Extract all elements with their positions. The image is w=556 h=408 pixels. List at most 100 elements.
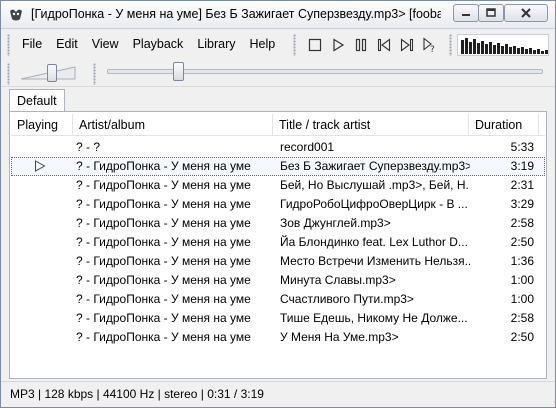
table-row[interactable]: ? - ГидроПонка - У меня на уме Йа Блондин… xyxy=(11,233,545,252)
playing-cell xyxy=(12,272,74,289)
stop-button[interactable] xyxy=(303,33,326,56)
duration-cell: 2:50 xyxy=(510,330,534,344)
seekbar-grip[interactable] xyxy=(93,63,96,85)
column-artist-album[interactable]: Artist/album xyxy=(73,114,273,136)
title-bar[interactable]: [ГидроПонка - У меня на уме] Без Б Зажиг… xyxy=(1,1,555,29)
visualizer-bar xyxy=(545,50,548,54)
table-row[interactable]: ? - ГидроПонка - У меня на уме ГидроРобоЦ… xyxy=(11,195,545,214)
visualizer-bar xyxy=(497,43,500,54)
playlist-tabs: Default xyxy=(1,87,555,112)
title-cell: Без Б Зажигает Суперзвезду.mp3> xyxy=(280,159,470,173)
table-row[interactable]: ? - ГидроПонка - У меня на уме Счастливог… xyxy=(11,290,545,309)
artist-album-cell: ? - ГидроПонка - У меня на уме xyxy=(76,197,251,211)
column-playing[interactable]: Playing xyxy=(11,114,73,136)
playback-toolbar: ? xyxy=(303,33,441,57)
seek-volume-row xyxy=(1,59,555,87)
now-playing-icon xyxy=(35,160,46,172)
visualizer-bar xyxy=(489,42,492,54)
menu-library[interactable]: Library xyxy=(190,30,242,59)
artist-album-cell: ? - ГидроПонка - У меня на уме xyxy=(76,178,251,192)
visualizer-bar xyxy=(501,46,504,54)
menubar-grip[interactable] xyxy=(7,34,10,56)
visualizer-bar xyxy=(493,45,496,54)
visualizer-bar xyxy=(485,44,488,54)
playlist-view[interactable]: Playing Artist/album Title / track artis… xyxy=(9,111,547,379)
menu-view[interactable]: View xyxy=(85,30,126,59)
column-duration[interactable]: Duration xyxy=(469,114,539,136)
artist-album-cell: ? - ? xyxy=(76,140,101,154)
pause-button[interactable] xyxy=(349,33,372,56)
title-cell: Зов Джунглей.mp3> xyxy=(280,216,391,230)
visualizer-bar xyxy=(525,49,528,54)
title-cell: Йа Блондинко feat. Lex Luthor D... xyxy=(280,235,468,249)
toolbar-grip[interactable] xyxy=(293,34,296,56)
title-cell: Место Встречи Изменить Нельзя... xyxy=(280,254,470,268)
table-row[interactable]: ? - ГидроПонка - У меня на уме У Меня На … xyxy=(11,328,545,347)
table-row[interactable]: ? - ГидроПонка - У меня на уме Без Б Зажи… xyxy=(11,157,545,176)
tab-default[interactable]: Default xyxy=(9,89,65,112)
title-cell: Счастливого Пути.mp3> xyxy=(280,292,414,306)
duration-cell: 1:00 xyxy=(510,292,534,306)
visualizer-bar xyxy=(477,43,480,54)
menu-help[interactable]: Help xyxy=(243,30,283,59)
table-row[interactable]: ? - ? record001 5:33 xyxy=(11,138,545,157)
title-cell: Тише Едешь, Никому Не Долже... xyxy=(280,311,468,325)
visualizer-bar xyxy=(481,41,484,54)
duration-cell: 2:50 xyxy=(510,235,534,249)
table-row[interactable]: ? - ГидроПонка - У меня на уме Бей, Но Вы… xyxy=(11,176,545,195)
random-button[interactable]: ? xyxy=(418,33,441,56)
column-title[interactable]: Title / track artist xyxy=(273,114,469,136)
menu-bar: File Edit View Playback Library Help xyxy=(15,30,282,59)
volume-slider[interactable] xyxy=(19,63,79,83)
status-bar: MP3 | 128 kbps | 44100 Hz | stereo | 0:3… xyxy=(1,381,555,407)
duration-cell: 2:58 xyxy=(510,216,534,230)
playing-cell xyxy=(12,234,74,251)
playing-cell xyxy=(12,310,74,327)
visualizer-bar xyxy=(529,48,532,54)
maximize-icon xyxy=(486,8,496,17)
volume-thumb[interactable] xyxy=(47,64,57,82)
maximize-button[interactable] xyxy=(478,4,504,22)
duration-cell: 1:36 xyxy=(510,254,534,268)
duration-cell: 2:31 xyxy=(510,178,534,192)
artist-album-cell: ? - ГидроПонка - У меня на уме xyxy=(76,273,251,287)
visualizer-bar xyxy=(473,39,476,54)
menu-toolbar-row: File Edit View Playback Library Help ? xyxy=(1,30,555,59)
table-row[interactable]: ? - ГидроПонка - У меня на уме Зов Джунгл… xyxy=(11,214,545,233)
close-button[interactable] xyxy=(504,4,548,22)
menu-file[interactable]: File xyxy=(15,30,49,59)
visualizer-bar xyxy=(461,40,464,54)
playing-cell xyxy=(12,253,74,270)
visualizer-grip[interactable] xyxy=(449,34,452,56)
title-cell: Минута Славы.mp3> xyxy=(280,273,396,287)
menu-playback[interactable]: Playback xyxy=(126,30,191,59)
seek-thumb[interactable] xyxy=(173,62,184,81)
title-cell: У Меня На Уме.mp3> xyxy=(280,330,399,344)
duration-cell: 3:19 xyxy=(510,159,534,173)
status-text: MP3 | 128 kbps | 44100 Hz | stereo | 0:3… xyxy=(10,387,264,401)
volume-grip[interactable] xyxy=(7,63,10,85)
visualizer-bar xyxy=(513,46,516,54)
previous-icon xyxy=(377,37,390,52)
playing-cell xyxy=(12,158,74,175)
table-row[interactable]: ? - ГидроПонка - У меня на уме Тише Едешь… xyxy=(11,309,545,328)
menu-edit[interactable]: Edit xyxy=(49,30,85,59)
artist-album-cell: ? - ГидроПонка - У меня на уме xyxy=(76,159,251,173)
next-button[interactable] xyxy=(395,33,418,56)
title-cell: Бей, Но Выслушай .mp3>, Бей, Н... xyxy=(280,178,470,192)
table-row[interactable]: ? - ГидроПонка - У меня на уме Минута Сла… xyxy=(11,271,545,290)
minimize-button[interactable] xyxy=(453,4,479,22)
playing-cell xyxy=(12,329,74,346)
artist-album-cell: ? - ГидроПонка - У меня на уме xyxy=(76,235,251,249)
window-title: [ГидроПонка - У меня на уме] Без Б Зажиг… xyxy=(31,7,441,21)
artist-album-cell: ? - ГидроПонка - У меня на уме xyxy=(76,330,251,344)
close-icon xyxy=(521,8,531,18)
duration-cell: 5:33 xyxy=(510,140,534,154)
visualizer-bar xyxy=(465,38,468,54)
visualizer-bar xyxy=(469,42,472,54)
visualizer-bar xyxy=(517,48,520,54)
play-button[interactable] xyxy=(326,33,349,56)
previous-button[interactable] xyxy=(372,33,395,56)
table-row[interactable]: ? - ГидроПонка - У меня на уме Место Встр… xyxy=(11,252,545,271)
stop-icon xyxy=(308,38,321,51)
